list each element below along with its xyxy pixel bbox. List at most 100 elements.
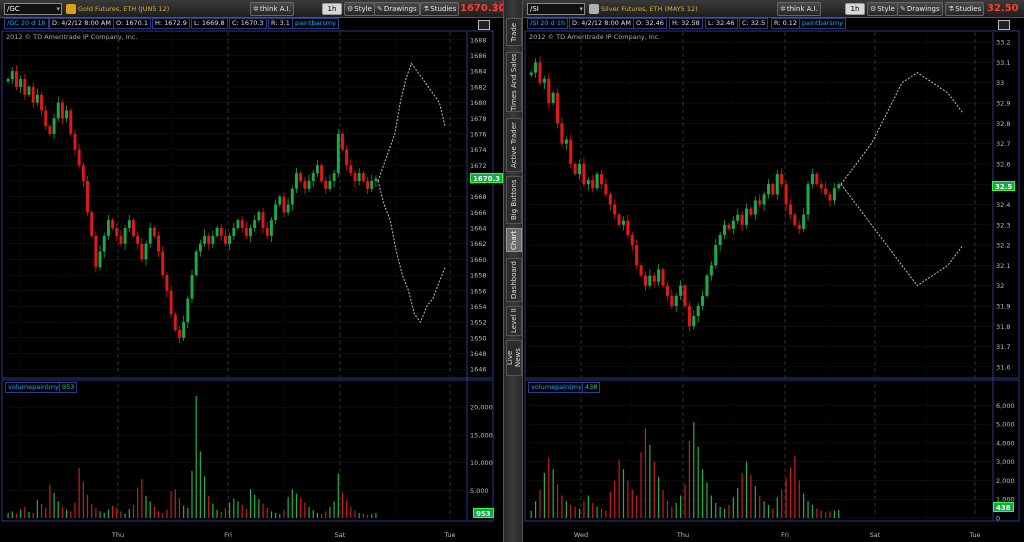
candle-body (307, 180, 311, 189)
candle-body (215, 228, 219, 236)
candle-body (198, 243, 202, 252)
tab-level-ii[interactable]: Level II (506, 306, 522, 336)
candle-body (48, 126, 52, 134)
candle-body (182, 322, 186, 338)
candle-body (617, 214, 621, 225)
candle-body (23, 79, 27, 95)
tab-times-and-sales[interactable]: Times And Sales (506, 52, 522, 112)
candle-body (140, 243, 144, 260)
candle-body (299, 173, 303, 181)
candle-body (77, 149, 81, 166)
y-tick-label: 1680 (470, 99, 487, 107)
tab-chart[interactable]: Chart (506, 228, 522, 252)
candle-body (69, 110, 73, 134)
candle-body (374, 178, 378, 181)
candle-body (249, 228, 252, 236)
x-tick-label: Thu (111, 531, 124, 539)
candle-body (286, 204, 290, 213)
candle-body (303, 180, 307, 189)
y-tick-label: 1646 (470, 366, 487, 374)
tab-active-trader[interactable]: Active Trader (506, 118, 522, 172)
candle-body (228, 235, 232, 244)
candle-body (106, 220, 110, 236)
x-tick-label: Tue (968, 531, 980, 539)
candle-body (65, 110, 69, 119)
y-tick-label: 32.9 (996, 100, 1010, 108)
candle-body (282, 196, 286, 213)
candle-body (529, 72, 533, 75)
candle-body (810, 174, 814, 185)
candle-body (705, 275, 709, 296)
volume-study-label[interactable]: volumepaintmy (5, 382, 62, 393)
candle-body (236, 220, 240, 229)
candle-body (357, 173, 361, 181)
candle-body (98, 251, 102, 268)
y-tick-label: 1662 (470, 240, 487, 248)
candlestick-chart[interactable]: 33.2 33.1 33 32.9 32.8 32.7 32.6 32.5 32.4 32.3 32… (523, 0, 1024, 542)
candle-body (626, 220, 630, 235)
candle-body (709, 265, 713, 276)
candle-body (261, 212, 265, 229)
candle-body (60, 102, 64, 119)
candle-body (771, 184, 775, 195)
tab-live-news[interactable]: Live News (506, 340, 522, 376)
y-tick-label: 1664 (470, 225, 487, 233)
candle-body (718, 234, 722, 246)
y-tick-label: 31.7 (996, 343, 1010, 351)
candle-body (240, 220, 244, 229)
candle-body (10, 71, 14, 80)
y-tick-label: 1656 (470, 287, 487, 295)
candle-body (727, 224, 731, 229)
candle-body (132, 220, 135, 236)
candle-body (152, 228, 156, 236)
candle-body (766, 184, 771, 195)
candle-body (119, 235, 123, 244)
candle-body (569, 139, 573, 164)
candle-body (832, 188, 836, 201)
candle-body (714, 245, 718, 266)
candle-body (683, 285, 687, 306)
y-tick-label: 32.2 (996, 242, 1010, 250)
x-tick-label: Fri (781, 531, 789, 539)
candle-body (582, 163, 586, 185)
y-tick-label: 1654 (470, 303, 487, 311)
y-tick-label: 1676 (470, 130, 487, 138)
tab-trade[interactable]: Trade (506, 18, 522, 46)
volume-study-label[interactable]: volumepaintmy (528, 382, 585, 393)
candle-body (815, 174, 819, 185)
y-tick-label: 32.4 (996, 201, 1010, 209)
candle-body (692, 316, 696, 327)
candle-body (320, 165, 324, 181)
tab-big-buttons[interactable]: Big Buttons (506, 176, 522, 224)
candle-body (665, 285, 669, 296)
candle-body (740, 214, 744, 225)
candle-body (828, 194, 832, 201)
candle-body (31, 86, 35, 103)
candlestick-chart[interactable]: 1688 1686 1684 1682 1680 1678 1676 1674 1672 1670… (0, 0, 503, 542)
candle-body (652, 275, 656, 282)
candle-body (599, 174, 604, 185)
price-pane-border (1, 30, 494, 379)
tab-dashboard[interactable]: Dashboard (506, 258, 522, 302)
candle-body (573, 163, 577, 175)
candle-body (232, 228, 236, 236)
y-tick-label: 1674 (470, 146, 487, 154)
candle-body (635, 245, 639, 266)
volume-tick-label: 6,000 (996, 402, 1015, 410)
candle-body (203, 235, 207, 244)
y-tick-label: 1688 (470, 36, 487, 44)
y-tick-label: 1682 (470, 83, 487, 91)
candle-body (290, 188, 294, 205)
volume-tick-label: 4,000 (996, 439, 1015, 447)
candle-body (127, 220, 131, 229)
candle-body (788, 204, 793, 215)
volume-tick-label: 10,000 (470, 459, 493, 467)
y-tick-label: 33.2 (996, 39, 1010, 47)
candle-body (157, 235, 161, 252)
candle-body (161, 251, 165, 276)
candle-body (311, 173, 315, 181)
candle-body (723, 224, 727, 235)
y-tick-label: 1686 (470, 52, 487, 60)
candle-body (194, 251, 198, 276)
candle-body (324, 180, 328, 189)
